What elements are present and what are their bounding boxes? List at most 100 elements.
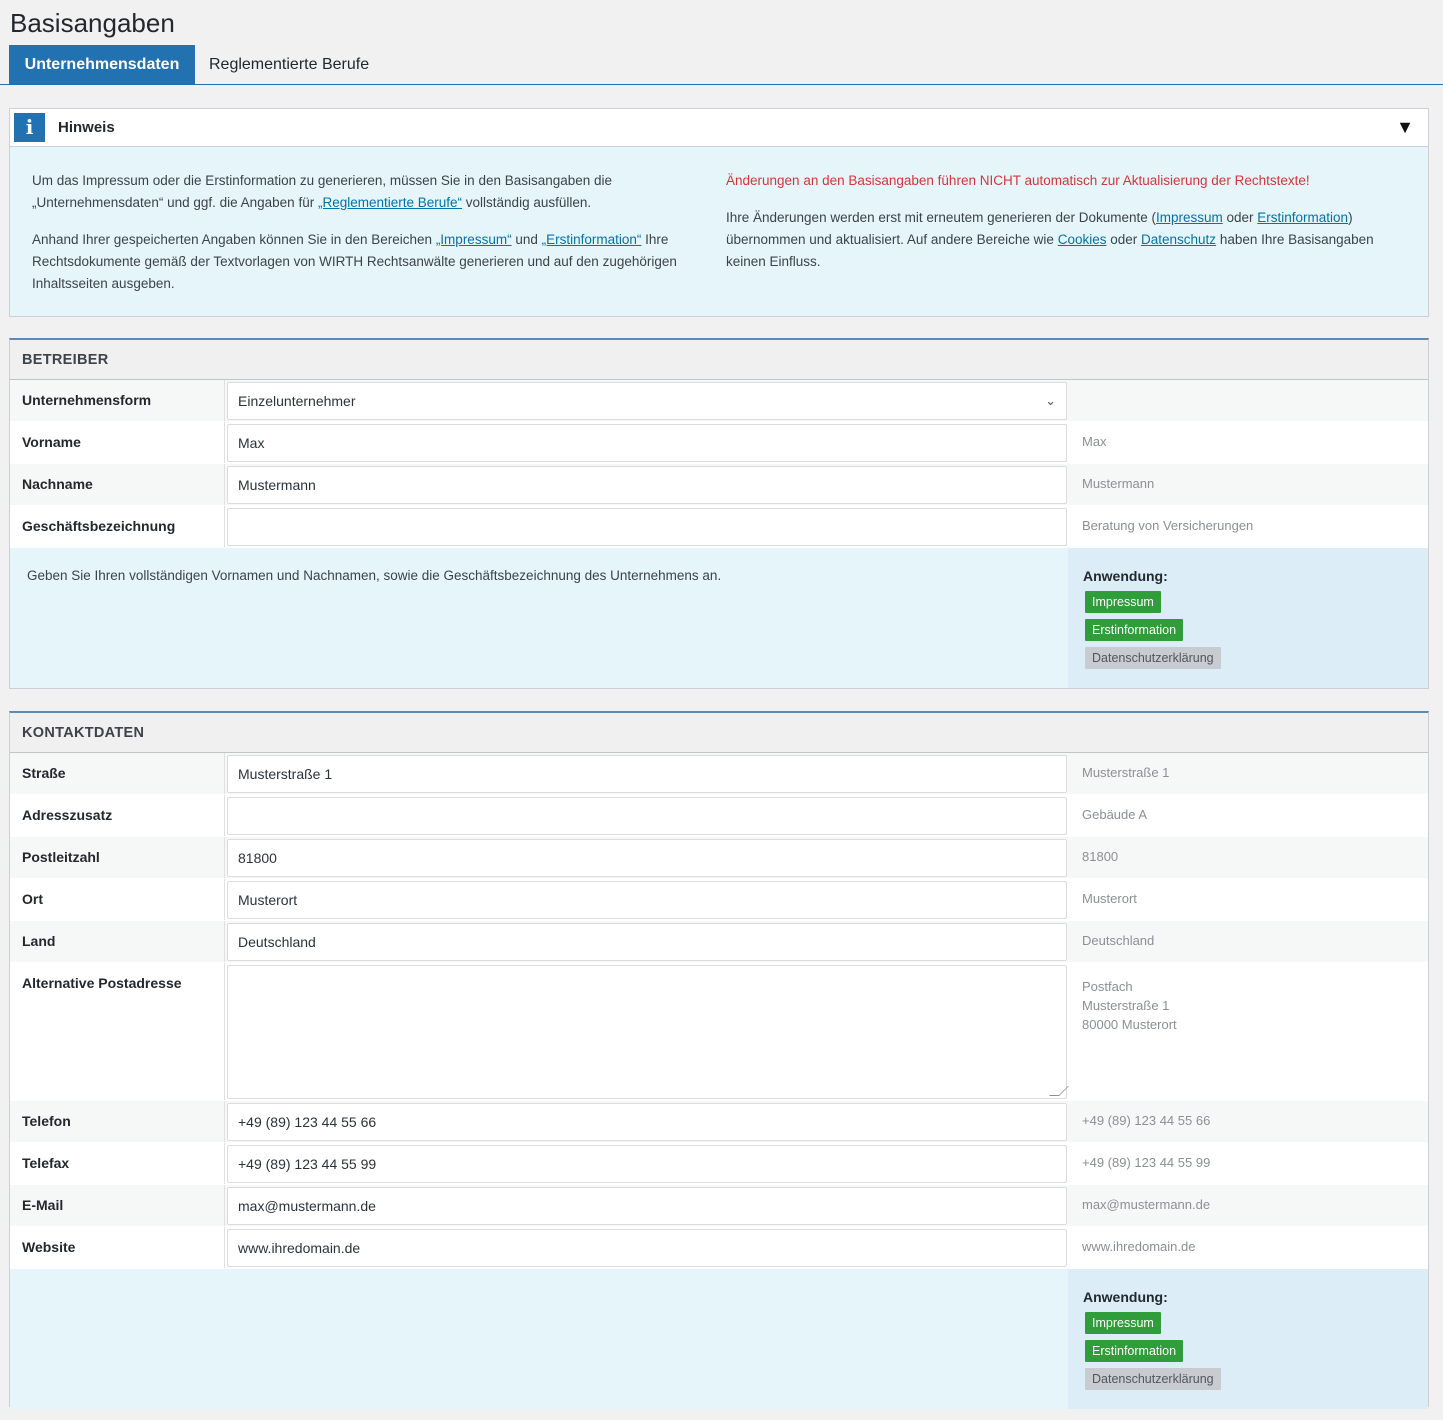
form-row-land: Land Deutschland Deutschland: [10, 921, 1428, 963]
form-row-adresszusatz: Adresszusatz Gebäude A: [10, 795, 1428, 837]
vorname-input[interactable]: Max: [227, 424, 1067, 462]
text: und: [511, 232, 542, 247]
kontakt-help: Anwendung: Impressum Erstinformation Dat…: [10, 1269, 1428, 1409]
telefon-input[interactable]: +49 (89) 123 44 55 66: [227, 1103, 1067, 1141]
strasse-input[interactable]: Musterstraße 1: [227, 755, 1067, 793]
website-input[interactable]: www.ihredomain.de: [227, 1229, 1067, 1267]
text: Anhand Ihrer gespeicherten Angaben könne…: [32, 232, 436, 247]
badge-erstinformation: Erstinformation: [1085, 619, 1184, 641]
adresszusatz-input[interactable]: [227, 797, 1067, 835]
form-row-website: Website www.ihredomain.de www.ihredomain…: [10, 1227, 1428, 1269]
field-cell: [225, 506, 1068, 547]
form-row-vorname: Vorname Max Max: [10, 422, 1428, 464]
tab-unternehmensdaten[interactable]: Unternehmensdaten: [9, 45, 195, 85]
hinweis-warning: Änderungen an den Basisangaben führen NI…: [726, 173, 1310, 188]
field-cell: +49 (89) 123 44 55 66: [225, 1101, 1068, 1142]
example-line: Musterstraße 1: [1082, 998, 1170, 1013]
help-text: Geben Sie Ihren vollständigen Vornamen u…: [27, 568, 722, 583]
nachname-input[interactable]: Mustermann: [227, 466, 1067, 504]
text: vollständig ausfüllen.: [462, 195, 592, 210]
field-label: Nachname: [10, 464, 225, 505]
chevron-down-icon: ⌄: [1045, 393, 1056, 408]
land-input[interactable]: Deutschland: [227, 923, 1067, 961]
field-cell: 81800: [225, 837, 1068, 878]
badge-impressum: Impressum: [1085, 591, 1161, 613]
link-datenschutz[interactable]: Datenschutz: [1141, 232, 1216, 247]
badge-datenschutzerklaerung: Datenschutzerklärung: [1085, 647, 1221, 669]
field-label: Land: [10, 921, 225, 962]
hinweis-left-column: Um das Impressum oder die Erstinformatio…: [32, 170, 702, 310]
usage-panel: Anwendung: Impressum Erstinformation Dat…: [1068, 548, 1428, 688]
example-value: max@mustermann.de: [1082, 1197, 1211, 1212]
field-cell: Musterort: [225, 879, 1068, 920]
alternative-postadresse-textarea[interactable]: [227, 965, 1069, 1099]
hinweis-title: Hinweis: [58, 119, 115, 136]
badge-datenschutzerklaerung: Datenschutzerklärung: [1085, 1368, 1221, 1390]
form-row-nachname: Nachname Mustermann Mustermann: [10, 464, 1428, 506]
kontakt-rows: Straße Musterstraße 1 Musterstraße 1 Adr…: [10, 753, 1428, 1269]
example-value: +49 (89) 123 44 55 99: [1082, 1155, 1211, 1170]
collapse-triangle-icon[interactable]: ▼: [1396, 117, 1414, 138]
example-value: www.ihredomain.de: [1082, 1239, 1196, 1254]
field-cell: [225, 795, 1068, 836]
field-cell: +49 (89) 123 44 55 99: [225, 1143, 1068, 1184]
link-impressum[interactable]: „Impressum“: [436, 232, 512, 247]
example-line: 80000 Musterort: [1082, 1017, 1177, 1032]
field-label: Geschäftsbezeichnung: [10, 506, 225, 547]
form-row-postleitzahl: Postleitzahl 81800 81800: [10, 837, 1428, 879]
form-row-email: E-Mail max@mustermann.de max@mustermann.…: [10, 1185, 1428, 1227]
form-row-telefon: Telefon +49 (89) 123 44 55 66 +49 (89) 1…: [10, 1101, 1428, 1143]
field-label: Website: [10, 1227, 225, 1268]
field-label: Ort: [10, 879, 225, 920]
email-input[interactable]: max@mustermann.de: [227, 1187, 1067, 1225]
link-cookies[interactable]: Cookies: [1058, 232, 1107, 247]
example-value: Beratung von Versicherungen: [1082, 518, 1254, 533]
field-cell: Einzelunternehmer ⌄: [225, 380, 1068, 421]
telefax-input[interactable]: +49 (89) 123 44 55 99: [227, 1145, 1067, 1183]
field-label: Telefax: [10, 1143, 225, 1184]
field-label: E-Mail: [10, 1185, 225, 1226]
field-cell: [225, 963, 1069, 1100]
usage-title: Anwendung:: [1083, 1289, 1168, 1305]
field-label: Telefon: [10, 1101, 225, 1142]
postleitzahl-input[interactable]: 81800: [227, 839, 1067, 877]
field-label: Unternehmensform: [10, 380, 225, 421]
field-label: Alternative Postadresse: [10, 963, 225, 1100]
hinweis-header[interactable]: i Hinweis ▼: [10, 109, 1428, 147]
example-line: Postfach: [1082, 979, 1133, 994]
form-row-alternative-postadresse: Alternative Postadresse Postfach Musters…: [10, 963, 1428, 1101]
text: Ihre Änderungen werden erst mit erneutem…: [726, 210, 1156, 225]
form-row-ort: Ort Musterort Musterort: [10, 879, 1428, 921]
field-cell: Deutschland: [225, 921, 1068, 962]
hinweis-paragraph-2: Anhand Ihrer gespeicherten Angaben könne…: [32, 229, 702, 295]
example-value: Postfach Musterstraße 1 80000 Musterort: [1068, 963, 1428, 1100]
section-kontaktdaten: KONTAKTDATEN Straße Musterstraße 1 Muste…: [9, 711, 1429, 1409]
unternehmensform-select[interactable]: Einzelunternehmer ⌄: [227, 382, 1067, 420]
example-value: Musterstraße 1: [1082, 765, 1170, 780]
link-reglementierte-berufe[interactable]: „Reglementierte Berufe“: [318, 195, 462, 210]
form-row-strasse: Straße Musterstraße 1 Musterstraße 1: [10, 753, 1428, 795]
example-value: Deutschland: [1082, 933, 1155, 948]
link-erstinformation[interactable]: „Erstinformation“: [542, 232, 642, 247]
resize-handle-icon[interactable]: [1049, 1086, 1069, 1096]
form-row-telefax: Telefax +49 (89) 123 44 55 99 +49 (89) 1…: [10, 1143, 1428, 1185]
text: oder: [1106, 232, 1142, 247]
hinweis-paragraph-1: Um das Impressum oder die Erstinformatio…: [32, 170, 702, 214]
ort-input[interactable]: Musterort: [227, 881, 1067, 919]
example-value: +49 (89) 123 44 55 66: [1082, 1113, 1211, 1128]
form-row-unternehmensform: Unternehmensform Einzelunternehmer ⌄: [10, 380, 1428, 422]
select-value: Einzelunternehmer: [238, 393, 356, 409]
link-erstinformation-2[interactable]: Erstinformation: [1257, 210, 1348, 225]
geschaeftsbezeichnung-input[interactable]: [227, 508, 1067, 546]
badge-impressum: Impressum: [1085, 1312, 1161, 1334]
tab-reglementierte-berufe[interactable]: Reglementierte Berufe: [195, 45, 383, 85]
field-label: Straße: [10, 753, 225, 794]
section-betreiber: BETREIBER Unternehmensform Einzelunterne…: [9, 338, 1429, 689]
section-title: KONTAKTDATEN: [10, 713, 1428, 753]
link-impressum-2[interactable]: Impressum: [1156, 210, 1223, 225]
page-title: Basisangaben: [10, 8, 175, 38]
form-row-geschaeftsbezeichnung: Geschäftsbezeichnung Beratung von Versic…: [10, 506, 1428, 548]
field-cell: Musterstraße 1: [225, 753, 1068, 794]
section-title: BETREIBER: [10, 340, 1428, 380]
betreiber-rows: Unternehmensform Einzelunternehmer ⌄ Vorn…: [10, 380, 1428, 548]
